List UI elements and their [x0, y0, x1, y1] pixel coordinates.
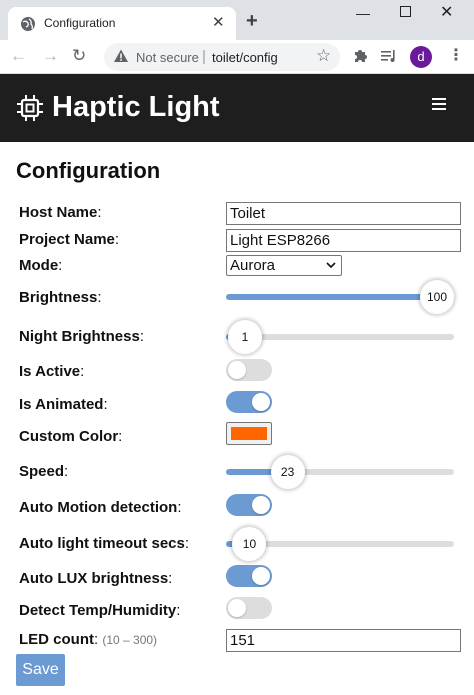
auto-lux-toggle[interactable] — [226, 565, 272, 587]
page-title: Configuration — [16, 158, 161, 183]
reload-icon[interactable]: ↻ — [72, 46, 86, 66]
speed-slider[interactable]: 23 — [226, 455, 454, 489]
extensions-puzzle-icon[interactable] — [352, 48, 368, 69]
project-name-field[interactable] — [226, 229, 461, 252]
globe-icon — [21, 17, 35, 31]
forward-arrow-icon[interactable]: → — [42, 46, 59, 66]
mode-select[interactable]: Aurora — [226, 255, 342, 276]
project-name-label: Project Name: — [19, 231, 120, 248]
window-close-button[interactable]: ✕ — [440, 4, 453, 22]
auto-motion-label: Auto Motion detection: — [19, 499, 182, 516]
custom-color-picker[interactable] — [226, 422, 272, 445]
is-active-toggle[interactable] — [226, 359, 272, 381]
auto-light-timeout-label: Auto light timeout secs: — [19, 535, 190, 552]
night-brightness-slider[interactable]: 1 — [226, 320, 454, 354]
save-button[interactable]: Save — [16, 654, 65, 686]
mode-label: Mode: — [19, 257, 63, 274]
brightness-label: Brightness: — [19, 289, 102, 306]
brightness-slider[interactable]: 100 — [226, 280, 454, 314]
detect-temp-label: Detect Temp/Humidity: — [19, 602, 181, 619]
night-brightness-slider-thumb[interactable]: 1 — [227, 320, 262, 354]
toggle-knob — [252, 567, 270, 585]
profile-avatar[interactable]: d — [410, 46, 432, 68]
brand-title: Haptic Light — [52, 91, 220, 123]
auto-lux-label: Auto LUX brightness: — [19, 570, 173, 587]
host-name-field[interactable] — [226, 202, 461, 225]
auto-light-timeout-slider-thumb[interactable]: 10 — [232, 527, 267, 561]
night-brightness-label: Night Brightness: — [19, 328, 145, 345]
url-text: toilet/config — [212, 50, 278, 65]
toggle-knob — [228, 599, 246, 617]
auto-light-timeout-slider[interactable]: 10 — [226, 527, 454, 561]
is-active-label: Is Active: — [19, 363, 85, 380]
chip-icon — [17, 95, 43, 121]
window-minimize-button[interactable]: — — [356, 4, 370, 22]
media-queue-icon[interactable] — [380, 48, 398, 69]
toggle-knob — [228, 361, 246, 379]
detect-temp-toggle[interactable] — [226, 597, 272, 619]
toggle-knob — [252, 496, 270, 514]
toggle-knob — [252, 393, 270, 411]
is-animated-label: Is Animated: — [19, 396, 108, 413]
host-name-label: Host Name: — [19, 204, 102, 221]
led-count-field[interactable] — [226, 629, 461, 652]
auto-motion-toggle[interactable] — [226, 494, 272, 516]
new-tab-button[interactable]: + — [246, 11, 258, 31]
address-bar[interactable]: Not secure | toilet/config ☆ — [104, 43, 340, 71]
tab-close-icon[interactable]: ✕ — [212, 14, 225, 32]
app-header: Haptic Light — [0, 74, 474, 142]
speed-slider-thumb[interactable]: 23 — [270, 455, 305, 489]
custom-color-label: Custom Color: — [19, 428, 123, 445]
speed-label: Speed: — [19, 463, 69, 480]
browser-menu-icon[interactable]: ⋮ — [448, 46, 464, 66]
window-maximize-button[interactable] — [400, 6, 411, 17]
warning-triangle-icon — [114, 49, 128, 62]
address-divider: | — [202, 48, 206, 65]
led-count-label: LED count: (10 – 300) — [19, 631, 158, 648]
tab-title: Configuration — [44, 16, 116, 30]
browser-toolbar: ← → ↻ Not secure | toilet/config ☆ d ⋮ — [0, 40, 474, 74]
bookmark-star-icon[interactable]: ☆ — [316, 47, 331, 65]
custom-color-swatch — [231, 427, 267, 440]
chevron-down-icon — [326, 262, 336, 269]
browser-tab[interactable]: Configuration ✕ — [8, 7, 236, 40]
browser-tabstrip: Configuration ✕ + — ✕ — [0, 0, 474, 40]
not-secure-label: Not secure — [136, 50, 199, 65]
mode-selected-value: Aurora — [230, 257, 276, 274]
brightness-slider-thumb[interactable]: 100 — [420, 280, 454, 314]
is-animated-toggle[interactable] — [226, 391, 272, 413]
back-arrow-icon[interactable]: ← — [10, 46, 27, 66]
led-count-hint: (10 – 300) — [102, 633, 158, 647]
hamburger-icon[interactable] — [432, 98, 446, 112]
brightness-slider-fill — [226, 294, 437, 300]
